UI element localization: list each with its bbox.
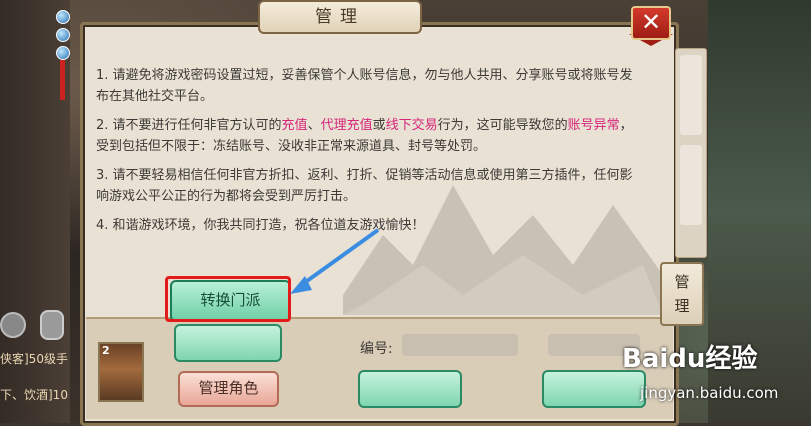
avatar-level: 2: [102, 344, 110, 357]
rule-item: 1. 请避免将游戏密码设置过短，妥善保管个人账号信息，勿与他人共用、分享账号或将…: [96, 65, 636, 107]
rule-item: 4. 和谐游戏环境，你我共同打造，祝各位道友游戏愉快！: [96, 215, 636, 236]
chat-line: 下、饮酒]10: [0, 388, 68, 402]
close-button[interactable]: ✕: [631, 6, 671, 40]
rule-item: 3. 请不要轻易相信任何非官方折扣、返利、打折、促销等活动信息或使用第三方插件，…: [96, 165, 636, 207]
rule-item: 2. 请不要进行任何非官方认可的充值、代理充值或线下交易行为，这可能导致您的账号…: [96, 115, 636, 157]
bead-icon: [56, 46, 70, 60]
chat-bubble-icon[interactable]: [0, 312, 26, 338]
manage-role-button[interactable]: 管理角色: [178, 371, 279, 407]
rule-text: 2. 请不要进行任何非官方认可的: [96, 118, 282, 133]
rule-text: 1. 请避免将游戏密码设置过短，妥善保管个人账号信息，勿与他人共用、分享账号或将…: [96, 68, 633, 104]
rule-highlight: 充值: [281, 118, 308, 133]
tassel-decoration: [60, 60, 65, 100]
rule-text: 、: [307, 118, 321, 133]
blurred-button[interactable]: [174, 324, 282, 362]
rule-highlight: 账号异常: [567, 118, 620, 133]
rule-highlight: 线下交易: [385, 118, 438, 133]
side-tab-strip: [675, 48, 707, 258]
side-tab[interactable]: [680, 145, 702, 225]
microphone-icon[interactable]: [40, 310, 64, 340]
chat-sidebar: 侠客]50级手 下、饮酒]10: [0, 0, 70, 423]
blurred-id-value: [402, 334, 518, 356]
id-label: 编号:: [360, 341, 393, 357]
callout-box: [165, 276, 291, 322]
rule-highlight: 代理充值: [320, 118, 373, 133]
tab-manage-label: 管 理: [674, 273, 690, 315]
side-tab[interactable]: [680, 55, 702, 135]
panel-title: 管理: [258, 0, 422, 34]
blurred-button[interactable]: [358, 370, 462, 408]
rule-text: 或: [372, 118, 386, 133]
watermark-url: jingyan.baidu.com: [640, 384, 779, 402]
bead-icon: [56, 28, 70, 42]
tab-manage[interactable]: 管 理: [660, 262, 704, 326]
blurred-button[interactable]: [542, 370, 646, 408]
rule-text: 4. 和谐游戏环境，你我共同打造，祝各位道友游戏愉快！: [96, 218, 425, 233]
rule-text: 3. 请不要轻易相信任何非官方折扣、返利、打折、促销等活动信息或使用第三方插件，…: [96, 168, 633, 204]
rules-text: 1. 请避免将游戏密码设置过短，妥善保管个人账号信息，勿与他人共用、分享账号或将…: [96, 65, 636, 244]
bead-icon: [56, 10, 70, 24]
rule-text: 行为，这可能导致您的: [437, 118, 568, 133]
chat-line: 侠客]50级手: [0, 352, 68, 366]
watermark-brand: Baidu经验: [622, 344, 758, 374]
